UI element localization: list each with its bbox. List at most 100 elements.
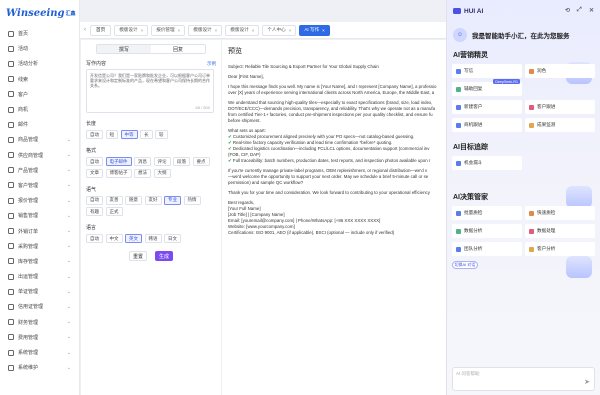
ai-logo-icon (453, 8, 461, 14)
length-option[interactable]: 短 (105, 130, 118, 139)
mode-reply-button[interactable]: 回复 (151, 45, 205, 53)
ai-action-card[interactable]: 辅助回复 DeepSeek-R1 (452, 79, 522, 96)
tone-option[interactable]: 有趣 (86, 207, 103, 216)
format-option[interactable]: 段落 (173, 157, 190, 166)
tab-item[interactable]: 个人中心 × (262, 24, 297, 36)
sidebar-item[interactable]: 采购管理 ⌄ (0, 239, 79, 254)
lang-option[interactable]: 自动 (86, 234, 103, 243)
sidebar-item[interactable]: 商机 (0, 102, 79, 117)
history-icon[interactable]: ⟲ (565, 7, 570, 14)
ai-action-card[interactable]: 团队分析 (452, 242, 522, 256)
format-option[interactable]: 大纲 (153, 168, 171, 178)
ai-action-card[interactable]: 商机跟进 (452, 118, 522, 132)
switch-chat-button[interactable]: 切换AI 对话 (452, 261, 478, 269)
sidebar-item[interactable]: 销售管理 ⌄ (0, 208, 79, 223)
ai-action-card[interactable]: 数据处理 (525, 224, 595, 238)
tone-option[interactable]: 友好 (144, 195, 162, 205)
card-label: 机会漏斗 (464, 160, 483, 165)
sidebar-item[interactable]: 报价管理 ⌄ (0, 193, 79, 208)
tab-home[interactable]: 首页 (90, 24, 112, 36)
ai-action-card[interactable]: 数据分析 (452, 224, 522, 238)
expand-icon[interactable]: ⤢ (577, 7, 582, 14)
sidebar-item[interactable]: 商品管理 ⌄ (0, 132, 79, 147)
sidebar-item[interactable]: 单证管理 ⌄ (0, 284, 79, 299)
ai-input[interactable]: AI 问答帮助 ➤ (452, 367, 595, 391)
length-option[interactable]: 自动 (86, 130, 103, 139)
close-icon[interactable]: ✕ (589, 7, 594, 14)
sidebar-item[interactable]: 费用管理 ⌄ (0, 330, 79, 345)
format-option[interactable]: 自动 (86, 157, 103, 166)
close-icon[interactable]: × (215, 28, 218, 33)
ai-action-card[interactable]: 客户跟进 (525, 100, 595, 114)
tone-option[interactable]: 自动 (86, 195, 103, 205)
format-option[interactable]: 要点 (192, 157, 210, 166)
sidebar-item-label: 信用证管理 (18, 304, 44, 311)
lang-option[interactable]: 英文 (125, 234, 142, 243)
length-option[interactable]: 中等 (120, 130, 138, 139)
close-icon[interactable]: × (141, 28, 144, 33)
lang-option[interactable]: 日文 (164, 234, 181, 243)
lang-option[interactable]: 中文 (105, 234, 123, 243)
tab-item[interactable]: 模版设计 × (225, 24, 260, 36)
sidebar-item-label: 系统管理 (18, 350, 39, 357)
sidebar-item[interactable]: 产品管理 ⌄ (0, 163, 79, 178)
sidebar-item[interactable]: 系统维护 ⌄ (0, 360, 79, 375)
format-option[interactable]: 电子邮件 (105, 157, 132, 166)
sidebar-item[interactable]: 财务管理 ⌄ (0, 315, 79, 330)
format-option[interactable]: 文章 (86, 168, 103, 178)
tone-option[interactable]: 热情 (183, 195, 201, 205)
sidebar-item[interactable]: 邮件 (0, 117, 79, 132)
format-option[interactable]: 博客帖子 (105, 168, 132, 178)
ai-action-card[interactable]: 快速质检 (525, 206, 595, 220)
send-icon[interactable]: ➤ (584, 378, 590, 386)
example-link[interactable]: 示例 (207, 61, 216, 67)
ai-action-card[interactable]: 机会漏斗 (452, 156, 522, 170)
close-icon[interactable]: × (289, 28, 292, 33)
tab-prev-icon[interactable]: ‹ (84, 27, 86, 33)
generate-button[interactable]: 生成 (155, 251, 173, 261)
sidebar-item[interactable]: 线索 (0, 72, 79, 87)
lang-option[interactable]: 韩语 (144, 234, 162, 243)
tab-item[interactable]: AI 写作 × (299, 24, 330, 36)
sidebar-item[interactable]: 系统管理 ⌄ (0, 345, 79, 360)
ai-action-card[interactable]: 写信 (452, 64, 522, 78)
tone-option[interactable]: 友善 (105, 195, 123, 205)
ai-action-card[interactable]: 润色 (525, 64, 595, 78)
sidebar-item-label: 采购管理 (18, 243, 39, 250)
ai-action-card[interactable]: 新建客户 (452, 100, 522, 114)
sidebar-item[interactable]: 外销订单 ⌄ (0, 223, 79, 238)
tab-item[interactable]: 模版设计 × (188, 24, 223, 36)
tab-item[interactable]: 报价管理 × (151, 24, 186, 36)
close-icon[interactable]: × (178, 28, 181, 33)
ai-action-card[interactable]: 成果监测 (525, 118, 595, 132)
sidebar-item[interactable]: 库存管理 ⌄ (0, 254, 79, 269)
sidebar-item[interactable]: 活动分析 (0, 56, 79, 71)
format-option[interactable]: 评论 (153, 157, 171, 166)
menu-icon (8, 228, 14, 235)
sidebar-item[interactable]: 客户 (0, 87, 79, 102)
sidebar-item[interactable]: 供应商管理 ⌄ (0, 148, 79, 163)
content-textarea[interactable]: 开发信是公司？我们是一家贴牌和批发企业，可以根据客户公司订单要求来设计和定制标准… (86, 69, 214, 113)
tone-option[interactable]: 专业 (164, 195, 181, 205)
mode-write-button[interactable]: 撰写 (97, 45, 151, 53)
format-option[interactable]: 消息 (134, 157, 151, 166)
tone-option[interactable]: 随意 (125, 195, 142, 205)
chevron-down-icon: ⌄ (66, 319, 71, 326)
sidebar-item[interactable]: 出运管理 ⌄ (0, 269, 79, 284)
ai-action-card[interactable]: 客户分析 (525, 242, 595, 256)
reset-button[interactable]: 重置 (129, 251, 147, 261)
sidebar-item[interactable]: 客户管理 ⌄ (0, 178, 79, 193)
tone-option[interactable]: 正式 (105, 207, 123, 216)
tab-item[interactable]: 模版设计 × (114, 24, 149, 36)
length-option[interactable]: 长 (140, 130, 153, 139)
close-icon[interactable]: × (322, 28, 325, 33)
format-option[interactable]: 想法 (134, 168, 151, 178)
tab-bar: ‹ 首页 模版设计 × 报价管理 × 模版设计 × 模版设计 × 个人中心 × AI 写作 × (80, 22, 446, 39)
length-option[interactable]: 较 (155, 130, 168, 139)
sidebar-item[interactable]: 信用证管理 ⌄ (0, 299, 79, 314)
ai-action-card[interactable]: 批量质检 (452, 206, 522, 220)
close-icon[interactable]: × (252, 28, 255, 33)
sidebar-item[interactable]: 首页 (0, 26, 79, 41)
sidebar-item[interactable]: 活动 (0, 41, 79, 56)
ai-action-card[interactable] (525, 82, 595, 96)
